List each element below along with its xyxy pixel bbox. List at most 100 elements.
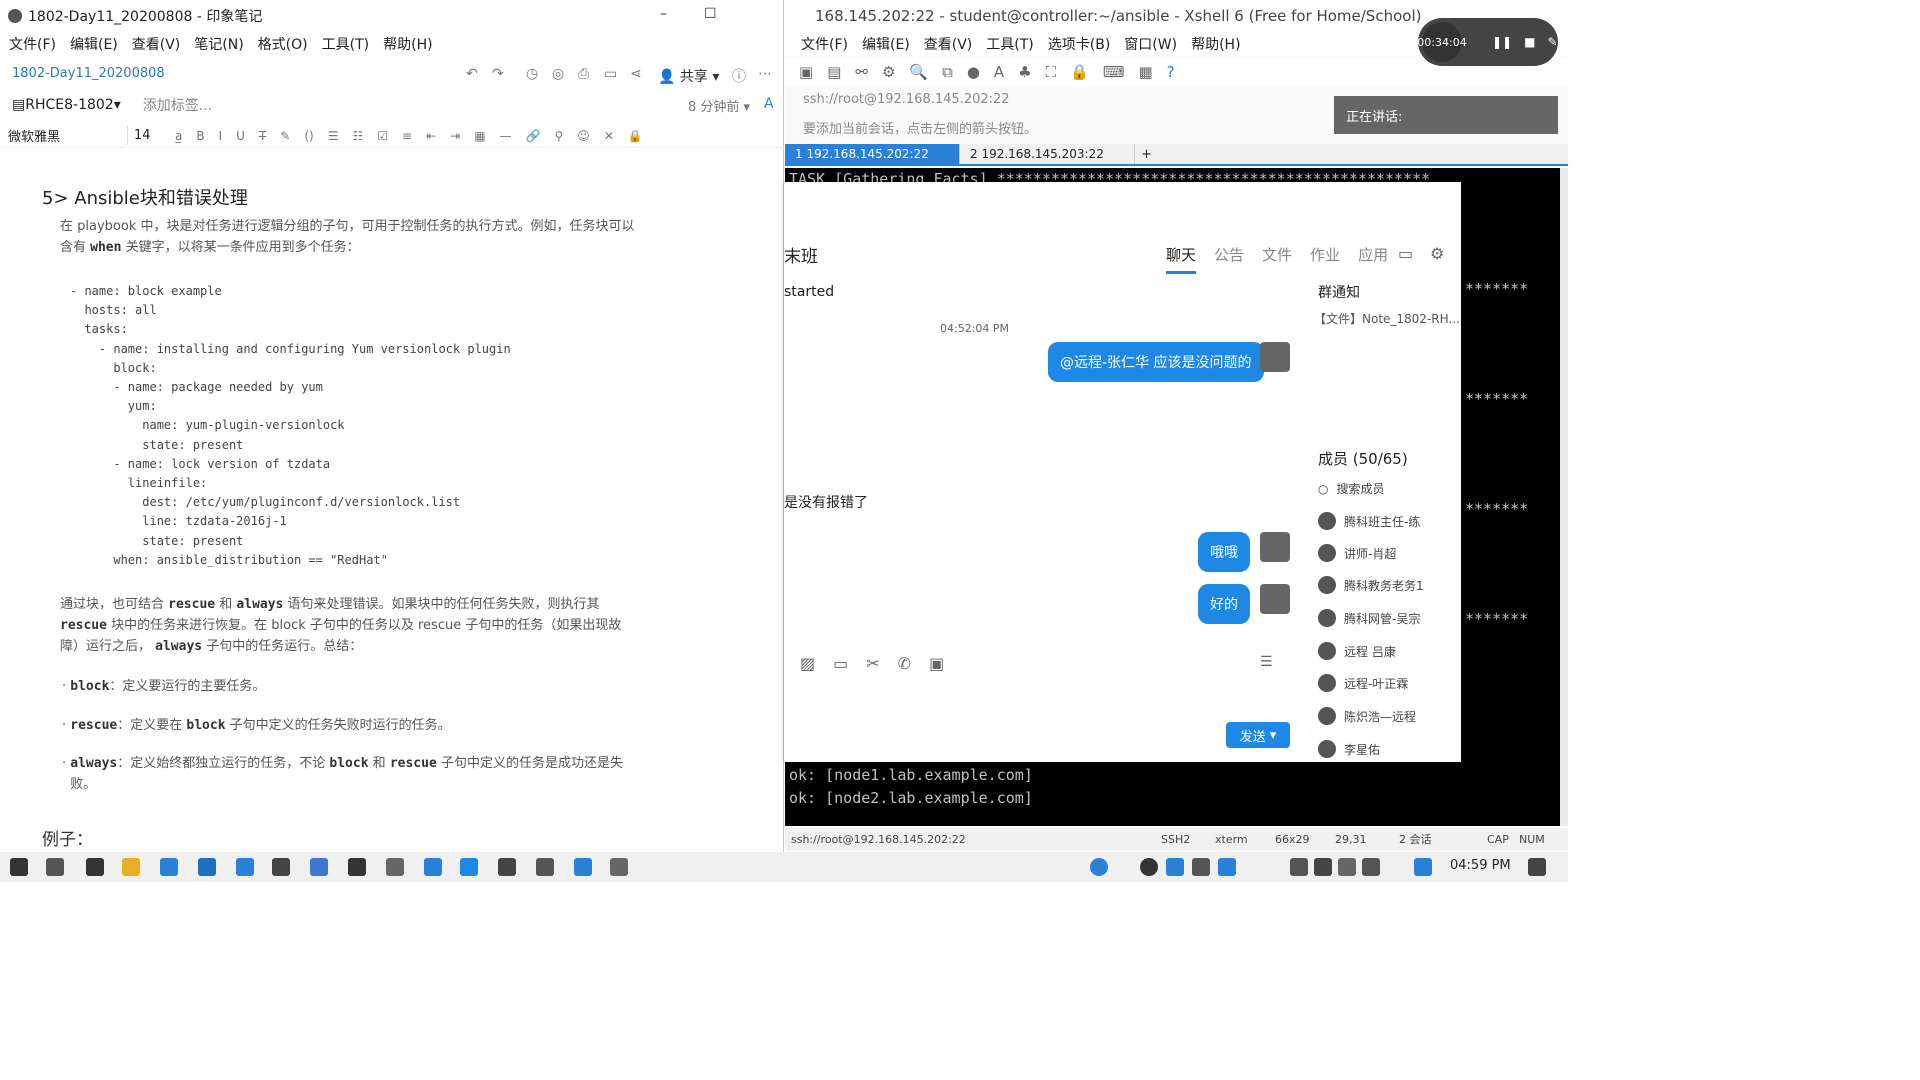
- menu-tools[interactable]: 工具(T): [322, 34, 369, 58]
- share-button[interactable]: 👤 共享 ▾: [658, 66, 719, 86]
- stop-icon[interactable]: ■: [1524, 35, 1535, 49]
- reminder-icon[interactable]: ◷: [526, 66, 538, 82]
- strikethrough-icon[interactable]: T̶: [259, 129, 266, 143]
- bold-icon[interactable]: B: [196, 129, 204, 143]
- battery-icon[interactable]: [1314, 858, 1332, 876]
- member-item[interactable]: 李星佑: [1318, 740, 1380, 758]
- menu-window[interactable]: 窗口(W): [1124, 34, 1177, 54]
- add-tag-input[interactable]: 添加标签...: [143, 95, 212, 115]
- menu-note[interactable]: 笔记(N): [194, 34, 243, 58]
- notification-icon[interactable]: [1528, 858, 1546, 876]
- keyboard-icon[interactable]: ⌨: [1103, 63, 1125, 81]
- present-icon[interactable]: ▭: [604, 66, 617, 82]
- windows-start-icon[interactable]: [10, 858, 28, 876]
- underline-icon[interactable]: U: [236, 129, 245, 143]
- note-title[interactable]: 1802-Day11_20200808: [12, 66, 165, 81]
- last-edited[interactable]: 8 分钟前 ▾: [688, 96, 750, 115]
- font-size-selector[interactable]: 14: [128, 128, 168, 143]
- italic-icon[interactable]: I: [219, 129, 223, 143]
- workchat-icon[interactable]: ◎: [552, 66, 564, 82]
- menu-help[interactable]: 帮助(H): [1191, 34, 1240, 54]
- undo-icon[interactable]: ↶: [466, 66, 478, 82]
- font-selector[interactable]: 微软雅黑: [8, 126, 128, 145]
- info-icon[interactable]: ⓘ: [732, 66, 746, 86]
- font-icon[interactable]: A: [994, 63, 1004, 81]
- help-icon[interactable]: [1090, 858, 1108, 876]
- phone-icon[interactable]: ✆: [898, 654, 911, 673]
- table-icon[interactable]: ▦: [474, 129, 485, 143]
- folder-icon[interactable]: ▭: [833, 654, 848, 673]
- explorer-icon[interactable]: [122, 858, 140, 876]
- app-icon[interactable]: [386, 858, 404, 876]
- terminal-scrollbar[interactable]: [1560, 168, 1568, 826]
- image-icon[interactable]: ▨: [800, 654, 815, 673]
- outdent-icon[interactable]: ⇤: [426, 129, 436, 143]
- open-icon[interactable]: ▤: [827, 63, 841, 81]
- microphone-icon[interactable]: [1290, 858, 1308, 876]
- menu-file[interactable]: 文件(F): [9, 34, 56, 58]
- properties-icon[interactable]: ⚙: [882, 63, 895, 81]
- menu-view[interactable]: 查看(V): [924, 34, 973, 54]
- text-color-icon[interactable]: a̲: [175, 129, 182, 143]
- message-bubble[interactable]: 好的: [1198, 584, 1250, 624]
- member-item[interactable]: 陈炽浩—远程: [1318, 707, 1416, 725]
- tray-icon[interactable]: [1218, 858, 1236, 876]
- fullscreen-icon[interactable]: ⛶: [1046, 63, 1057, 81]
- menu-file[interactable]: 文件(F): [801, 34, 848, 54]
- message-bubble[interactable]: 哦哦: [1198, 532, 1250, 572]
- bullet-list-icon[interactable]: ☰: [328, 129, 339, 143]
- disconnect-icon[interactable]: ⚯: [855, 63, 868, 81]
- notebook-selector[interactable]: RHCE8-1802: [25, 97, 113, 113]
- menu-tabs[interactable]: 选项卡(B): [1048, 34, 1111, 54]
- globe-icon[interactable]: ●: [967, 63, 980, 81]
- menu-view[interactable]: 查看(V): [132, 34, 181, 58]
- find-icon[interactable]: 🔍: [909, 63, 928, 81]
- tray-icon[interactable]: [1166, 858, 1184, 876]
- note-body[interactable]: 5> Ansible块和错误处理 在 playbook 中，块是对任务进行逻辑分…: [0, 170, 780, 852]
- tray-icon[interactable]: [1192, 858, 1210, 876]
- app-icon[interactable]: [160, 858, 178, 876]
- notice-file[interactable]: 【文件】Note_1802-RH...: [1314, 310, 1460, 327]
- app-icon[interactable]: [348, 858, 366, 876]
- app-icon[interactable]: [610, 858, 628, 876]
- divider-icon[interactable]: —: [500, 129, 512, 143]
- menu-edit[interactable]: 编辑(E): [862, 34, 910, 54]
- member-item[interactable]: 远程-叶正霖: [1318, 674, 1408, 692]
- attach-icon[interactable]: ⚲: [555, 129, 564, 143]
- print-icon[interactable]: ⎙: [578, 66, 589, 82]
- align-icon[interactable]: ≡: [402, 129, 412, 143]
- volume-icon[interactable]: [1338, 858, 1356, 876]
- calendar-icon[interactable]: ▣: [929, 654, 944, 673]
- app-icon[interactable]: [498, 858, 516, 876]
- app-icon[interactable]: [424, 858, 442, 876]
- tab-chat[interactable]: 聊天: [1166, 244, 1197, 274]
- send-button[interactable]: 发送 ▾: [1226, 722, 1290, 748]
- tray-icon[interactable]: [1414, 858, 1432, 876]
- app-icon[interactable]: [86, 858, 104, 876]
- member-item[interactable]: 讲师-肖超: [1318, 544, 1396, 562]
- menu-tools[interactable]: 工具(T): [986, 34, 1033, 54]
- message-bubble[interactable]: @远程-张仁华 应该是没问题的: [1048, 342, 1264, 382]
- layout-icon[interactable]: ▦: [1138, 63, 1152, 81]
- checkbox-icon[interactable]: ☑: [377, 129, 388, 143]
- app-icon[interactable]: [272, 858, 290, 876]
- redo-icon[interactable]: ↷: [492, 66, 504, 82]
- more-icon[interactable]: ⋯: [758, 66, 772, 82]
- screenshot-icon[interactable]: ✂: [866, 654, 879, 673]
- link-icon[interactable]: 🔗: [526, 129, 541, 143]
- highlight-icon[interactable]: ✎: [280, 129, 290, 143]
- menu-edit[interactable]: 编辑(E): [70, 34, 118, 58]
- numbered-list-icon[interactable]: ☷: [352, 129, 363, 143]
- app-icon[interactable]: [460, 858, 478, 876]
- member-item[interactable]: 腾科班主任-练: [1318, 512, 1420, 530]
- avatar[interactable]: [1260, 584, 1290, 614]
- emoji-icon[interactable]: ☺: [577, 129, 590, 143]
- help-icon[interactable]: ?: [1167, 63, 1175, 81]
- code-icon[interactable]: (): [304, 129, 313, 143]
- tab-session-2[interactable]: 2 192.168.145.203:22: [960, 144, 1135, 164]
- copy-icon[interactable]: ⧉: [942, 63, 953, 81]
- avatar[interactable]: [1260, 342, 1290, 372]
- tab-announce[interactable]: 公告: [1214, 244, 1244, 274]
- pause-icon[interactable]: ❚❚: [1492, 35, 1512, 49]
- edge-icon[interactable]: [198, 858, 216, 876]
